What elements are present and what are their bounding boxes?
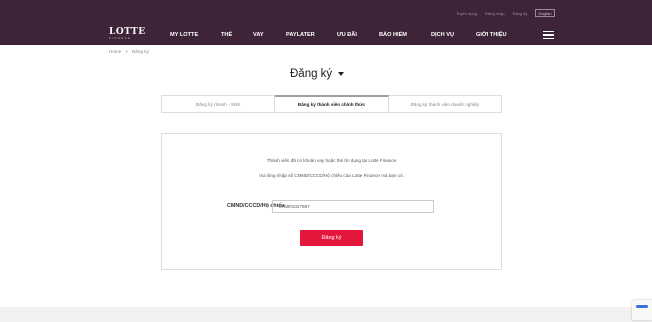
nav-item-gioi-thieu[interactable]: GIỚI THIỆU [476,32,507,38]
nav-item-the[interactable]: THẺ [221,32,232,38]
form-description-1: Thành viên đã có khoản vay hoặc thẻ tín … [266,158,397,163]
utility-link-register[interactable]: Đăng ký [513,11,528,16]
nav-item-vay[interactable]: VAY [253,32,264,38]
footer-band [0,307,652,322]
nav-item-dich-vu[interactable]: DỊCH VỤ [431,32,454,38]
tab-official-member[interactable]: Đăng ký thành viên chính thức [275,95,389,112]
nav-item-paylater[interactable]: PAYLATER [286,32,315,38]
nav-item-uu-dai[interactable]: ƯU ĐÃI [337,32,357,38]
logo[interactable]: LOTTE [109,28,146,37]
nav-item-bao-hiem[interactable]: BẢO HIỂM [379,32,407,38]
registration-tabs: Đăng ký nhanh - SNS Đăng ký thành viên c… [161,95,502,113]
register-button[interactable]: Đăng ký [300,230,363,246]
tab-quick-sns[interactable]: Đăng ký nhanh - SNS [161,95,276,112]
logo-subtitle: FINANCE [109,37,132,40]
tab-business-member[interactable]: Đăng ký thành viên doanh nghiệp [388,95,502,112]
recaptcha-badge-icon[interactable] [632,300,652,320]
utility-link-login[interactable]: Đăng nhập [485,11,505,16]
breadcrumb: Home > Đăng ký [109,49,149,54]
page-title-dropdown[interactable]: Đăng ký [290,68,345,80]
registration-form-card: Thành viên đã có khoản vay hoặc thẻ tín … [161,133,502,270]
utility-link-careers[interactable]: Tuyển dụng [456,11,477,16]
utility-links: Tuyển dụng Đăng nhập Đăng ký [456,11,527,16]
breadcrumb-separator-icon: > [125,49,128,54]
breadcrumb-home[interactable]: Home [109,49,121,54]
form-description-2: Vui lòng nhập số CMND/CCCD/Hộ chiếu của … [259,173,404,178]
nav-item-my-lotte[interactable]: MY LOTTE [170,32,198,38]
page-title: Đăng ký [290,68,333,80]
menu-icon[interactable] [543,31,554,39]
id-number-input[interactable]: 075901027587 [272,200,434,213]
language-button[interactable]: English [535,9,555,17]
site-header: Tuyển dụng Đăng nhập Đăng ký English LOT… [0,0,652,45]
caret-down-icon [338,72,345,76]
breadcrumb-current: Đăng ký [131,49,149,54]
